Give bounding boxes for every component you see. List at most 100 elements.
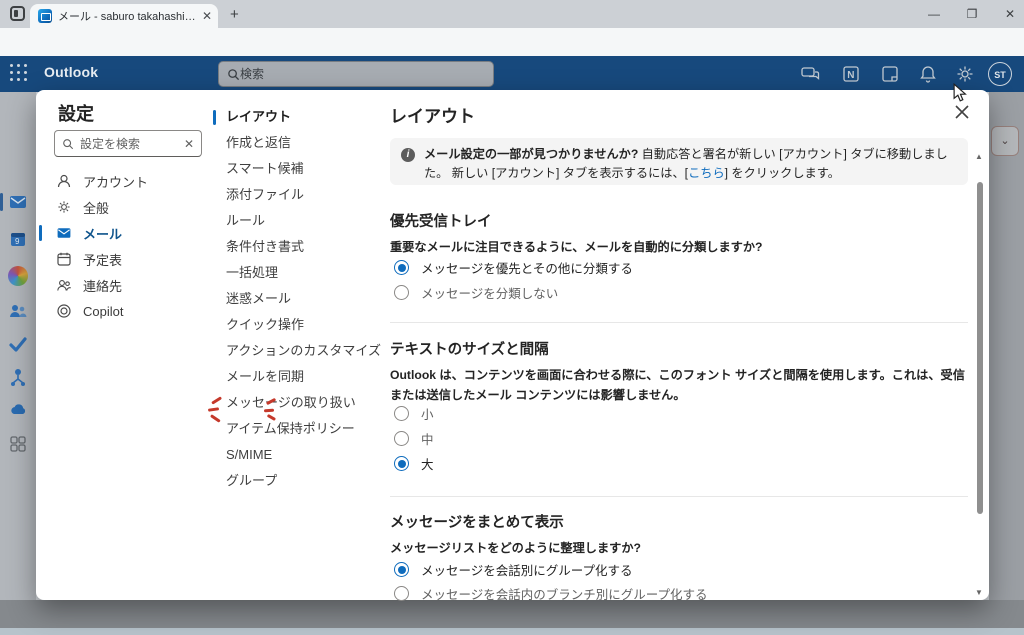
mail-nav-item[interactable]: 条件付き書式 [212, 234, 380, 260]
info-banner: i メール設定の一部が見つかりませんか? 自動応答と署名が新しい [アカウント]… [390, 138, 968, 185]
scroll-down-icon[interactable]: ▼ [975, 588, 983, 597]
calendar-app-icon[interactable]: 9 [8, 229, 28, 249]
settings-title: 設定 [58, 104, 94, 124]
modal-scrollbar[interactable] [976, 160, 984, 592]
mail-settings-nav: レイアウト 作成と返信 スマート候補 添付ファイル ルール 条件付き書式 一括処… [212, 104, 381, 494]
radio-option[interactable]: メッセージを優先とその他に分類する [394, 258, 633, 277]
settings-gear-icon[interactable] [955, 64, 975, 84]
mail-nav-item[interactable]: スマート候補 [212, 156, 380, 182]
settings-category-nav: アカウント 全般 メール 予定表 連絡先 Copilot [36, 168, 212, 324]
radio-unselected-icon[interactable] [394, 285, 409, 300]
radio-option[interactable]: メッセージを会話内のブランチ別にグループ化する [394, 584, 708, 603]
mail-nav-item[interactable]: 迷惑メール [212, 286, 380, 312]
radio-selected-icon[interactable] [394, 562, 409, 577]
radio-option[interactable]: 大 [394, 454, 434, 473]
section-divider [390, 496, 968, 497]
people-app-icon[interactable] [8, 301, 28, 321]
radio-selected-icon[interactable] [394, 456, 409, 471]
radio-option[interactable]: メッセージを分類しない [394, 283, 558, 302]
radio-unselected-icon[interactable] [394, 586, 409, 601]
dimmed-page-strip [989, 92, 1024, 628]
tab-title: メール - saburo takahashi - Outloo [58, 11, 198, 23]
scrollbar-thumb[interactable] [977, 182, 983, 514]
people-icon [57, 280, 71, 291]
mail-app-icon[interactable] [8, 192, 28, 212]
mail-nav-item[interactable]: メッセージの取り扱い [212, 390, 380, 416]
nav-item-copilot[interactable]: Copilot [36, 298, 212, 324]
close-icon[interactable] [952, 102, 972, 122]
outlook-search-bar[interactable] [218, 61, 494, 87]
mail-nav-item[interactable]: 添付ファイル [212, 182, 380, 208]
app-launcher-icon[interactable] [10, 64, 28, 82]
tab-actions-icon[interactable] [10, 6, 25, 21]
tab-close-icon[interactable]: ✕ [202, 9, 212, 23]
mail-nav-item[interactable]: レイアウト [212, 104, 380, 130]
screen: メール - saburo takahashi - Outloo ✕ + — ❐ … [0, 0, 1024, 635]
page-title: レイアウト [390, 107, 475, 126]
mail-nav-item[interactable]: 一括処理 [212, 260, 380, 286]
onedrive-app-icon[interactable] [8, 400, 28, 420]
onenote-icon[interactable]: N [841, 64, 861, 84]
clear-search-icon[interactable]: ✕ [184, 137, 194, 151]
more-apps-icon[interactable] [8, 434, 28, 454]
settings-search-input[interactable] [80, 136, 172, 151]
mail-icon [57, 228, 71, 238]
section-heading-focused-inbox: 優先受信トレイ [390, 214, 492, 230]
person-icon [57, 174, 71, 188]
org-explorer-app-icon[interactable] [8, 367, 28, 387]
rail-selection-indicator [0, 193, 3, 211]
search-icon [63, 138, 74, 149]
notes-icon[interactable] [880, 64, 900, 84]
radio-option[interactable]: 小 [394, 404, 434, 423]
radio-option[interactable]: メッセージを会話別にグループ化する [394, 560, 633, 579]
mail-nav-item[interactable]: アイテム保持ポリシー [212, 416, 380, 442]
section-divider [390, 322, 968, 323]
section-question: 重要なメールに注目できるように、メールを自動的に分類しますか? [390, 240, 763, 254]
nav-item-general[interactable]: 全般 [36, 194, 212, 220]
radio-unselected-icon[interactable] [394, 406, 409, 421]
info-icon: i [401, 148, 415, 162]
mail-nav-item[interactable]: メールを同期 [212, 364, 380, 390]
browser-addressbar: https://outlook.office.com/mail/options/… [0, 28, 1024, 82]
nav-item-account[interactable]: アカウント [36, 168, 212, 194]
gear-icon [58, 201, 70, 213]
page-bottom-edge [0, 628, 1024, 635]
browser-tab[interactable]: メール - saburo takahashi - Outloo ✕ [30, 4, 218, 28]
svg-text:N: N [847, 70, 854, 81]
chat-icon[interactable] [800, 64, 820, 84]
new-tab-button[interactable]: + [230, 6, 239, 23]
bell-icon[interactable] [918, 64, 938, 84]
radio-selected-icon[interactable] [394, 260, 409, 275]
account-avatar[interactable]: ST [988, 62, 1012, 86]
copilot-app-icon[interactable] [8, 266, 28, 286]
app-rail: 9 [0, 92, 36, 628]
outlook-search-input[interactable] [240, 67, 440, 81]
nav-item-calendar[interactable]: 予定表 [36, 246, 212, 272]
mail-nav-item[interactable]: クイック操作 [212, 312, 380, 338]
dimmed-page-bottom [0, 600, 1024, 628]
section-question: メッセージリストをどのように整理しますか? [390, 541, 641, 555]
background-filter-dropdown[interactable]: ⌄ [991, 126, 1019, 156]
window-close-button[interactable]: ✕ [1002, 6, 1018, 22]
mail-nav-item[interactable]: ルール [212, 208, 380, 234]
search-icon [228, 68, 240, 80]
radio-unselected-icon[interactable] [394, 431, 409, 446]
section-heading-text-size: テキストのサイズと間隔 [390, 342, 549, 358]
settings-search-box[interactable]: ✕ [54, 130, 202, 157]
svg-text:9: 9 [15, 237, 20, 246]
mail-nav-item[interactable]: S/MIME [212, 442, 380, 468]
outlook-logo[interactable]: Outlook [44, 64, 98, 80]
section-description: Outlook は、コンテンツを画面に合わせる際に、このフォント サイズと間隔を… [390, 368, 965, 402]
nav-item-contacts[interactable]: 連絡先 [36, 272, 212, 298]
todo-app-icon[interactable] [8, 334, 28, 354]
mail-nav-item[interactable]: アクションのカスタマイズ [212, 338, 381, 364]
window-restore-button[interactable]: ❐ [964, 6, 980, 22]
mail-nav-item[interactable]: グループ [212, 468, 380, 494]
radio-option[interactable]: 中 [394, 429, 434, 448]
window-minimize-button[interactable]: — [926, 6, 942, 22]
mail-nav-item[interactable]: 作成と返信 [212, 130, 380, 156]
nav-item-mail[interactable]: メール [36, 220, 212, 246]
outlook-header [0, 56, 1024, 92]
copilot-small-icon [57, 304, 71, 318]
here-link[interactable]: こちら [688, 166, 725, 180]
